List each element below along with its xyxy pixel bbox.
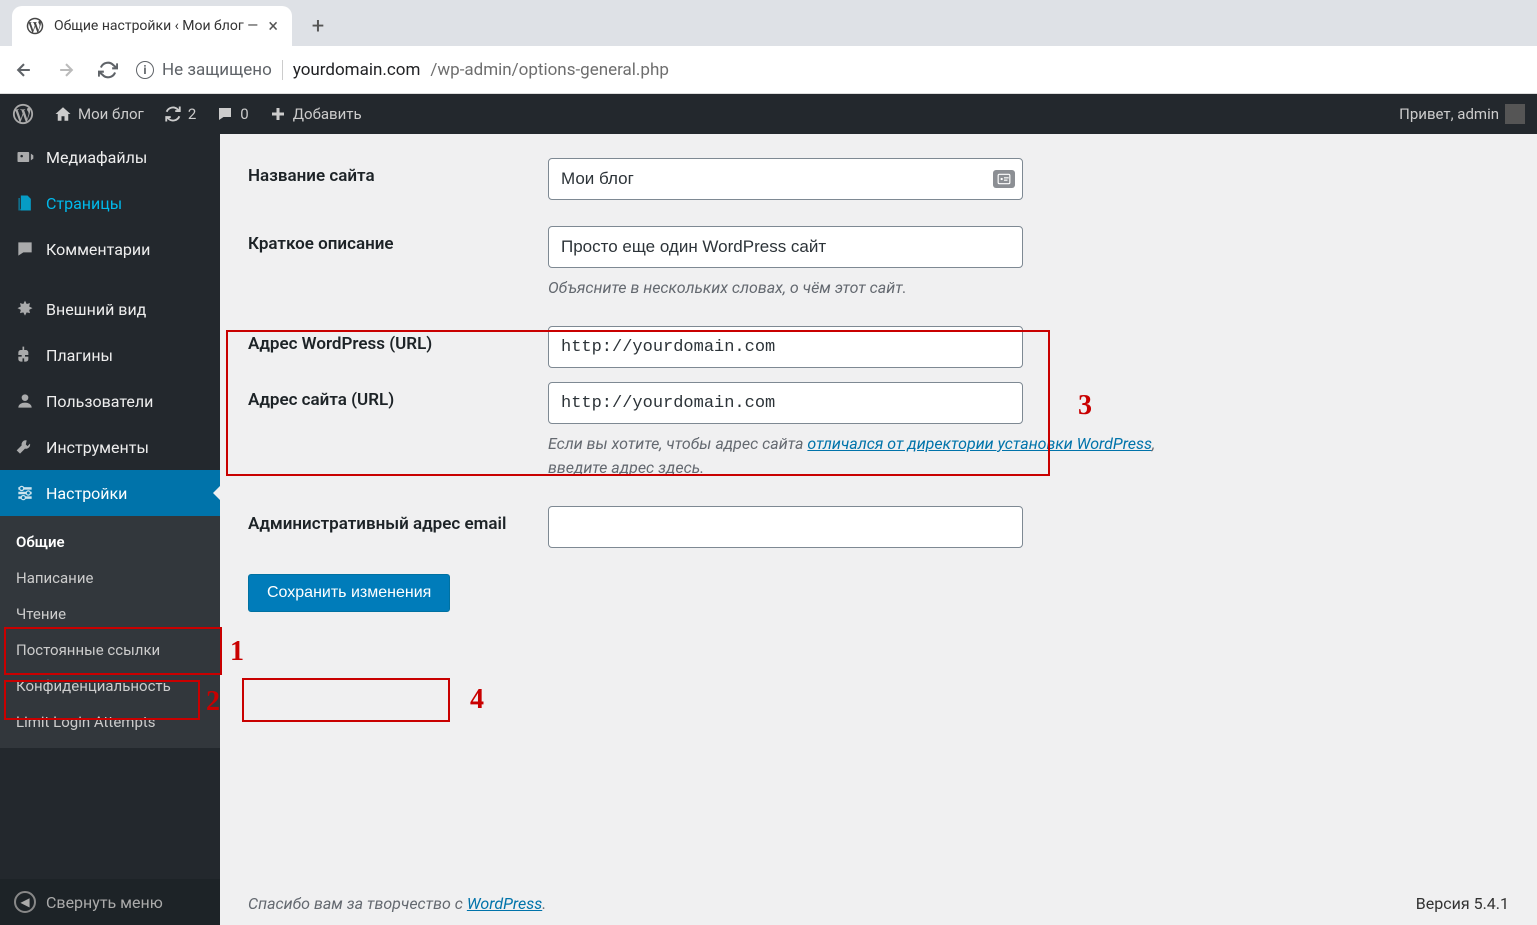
wp-url-input[interactable]: [548, 326, 1023, 368]
updates-count: 2: [188, 105, 196, 123]
sidebar-item-label: Медиафайлы: [46, 148, 147, 167]
settings-submenu: Общие Написание Чтение Постоянные ссылки…: [0, 516, 220, 748]
sidebar-item-label: Инструменты: [46, 438, 149, 457]
comments-count: 0: [240, 105, 248, 123]
sidebar-item-label: Пользователи: [46, 392, 153, 411]
address-bar: i Не защищено yourdomain.com/wp-admin/op…: [0, 46, 1537, 94]
new-tab-button[interactable]: +: [302, 10, 334, 42]
greeting-text: Привет, admin: [1399, 105, 1499, 123]
annotation-2-abs: 2: [206, 686, 220, 718]
sidebar-item-label: Страницы: [46, 194, 122, 213]
version-text: Версия 5.4.1: [1416, 894, 1509, 913]
new-content-menu[interactable]: Добавить: [269, 105, 362, 123]
new-content-label: Добавить: [293, 105, 362, 123]
sidebar-item-settings[interactable]: Настройки: [0, 470, 220, 516]
wp-logo-menu[interactable]: [12, 103, 34, 125]
annotation-box-4: [242, 678, 450, 722]
sidebar-item-plugins[interactable]: Плагины: [0, 332, 220, 378]
submenu-reading[interactable]: Чтение: [0, 596, 220, 632]
annotation-1-abs: 1: [230, 636, 244, 668]
sidebar-item-users[interactable]: Пользователи: [0, 378, 220, 424]
avatar: [1505, 104, 1525, 124]
forward-button[interactable]: [52, 56, 80, 84]
sidebar-item-comments[interactable]: Комментарии: [0, 226, 220, 272]
submenu-general[interactable]: Общие: [0, 524, 220, 560]
submenu-permalinks[interactable]: Постоянные ссылки: [0, 632, 220, 668]
tab-bar: Общие настройки ‹ Мои блог — × +: [0, 0, 1537, 46]
reload-button[interactable]: [94, 56, 122, 84]
url-host: yourdomain.com: [293, 60, 421, 80]
tagline-input[interactable]: [548, 226, 1023, 268]
browser-chrome: Общие настройки ‹ Мои блог — × + i Не за…: [0, 0, 1537, 94]
tab-title: Общие настройки ‹ Мои блог —: [54, 18, 258, 34]
admin-email-input[interactable]: [548, 506, 1023, 548]
site-name-label: Мои блог: [78, 105, 144, 123]
settings-icon: [14, 482, 36, 504]
collapse-menu[interactable]: ◀ Свернуть меню: [0, 879, 220, 925]
wordpress-favicon: [26, 17, 44, 35]
collapse-label: Свернуть меню: [46, 893, 163, 912]
back-button[interactable]: [10, 56, 38, 84]
content-area: Название сайта Краткое описание Объяснит…: [220, 134, 1537, 925]
sidebar-item-label: Плагины: [46, 346, 113, 365]
annotation-3: 3: [1078, 390, 1092, 422]
sidebar-item-appearance[interactable]: Внешний вид: [0, 286, 220, 332]
annotation-4: 4: [470, 684, 484, 716]
url-field[interactable]: i Не защищено yourdomain.com/wp-admin/op…: [136, 60, 1527, 80]
site-url-help-link[interactable]: отличался от директории установки WordPr…: [807, 434, 1152, 453]
refresh-icon: [164, 105, 182, 123]
sidebar-item-label: Внешний вид: [46, 300, 146, 319]
pages-icon: [14, 192, 36, 214]
site-url-input[interactable]: [548, 382, 1023, 424]
appearance-icon: [14, 298, 36, 320]
comment-icon: [216, 105, 234, 123]
plus-icon: [269, 105, 287, 123]
site-title-label: Название сайта: [248, 158, 548, 186]
submenu-lla[interactable]: Limit Login Attempts: [0, 704, 220, 740]
wp-url-label: Адрес WordPress (URL): [248, 326, 548, 354]
comments-menu[interactable]: 0: [216, 105, 248, 123]
tagline-description: Объясните в нескольких словах, о чём это…: [548, 276, 1168, 300]
browser-tab[interactable]: Общие настройки ‹ Мои блог — ×: [12, 6, 292, 46]
site-info[interactable]: i Не защищено: [136, 60, 283, 80]
sidebar-item-media[interactable]: Медиафайлы: [0, 134, 220, 180]
site-name-menu[interactable]: Мои блог: [54, 105, 144, 123]
comments-icon: [14, 238, 36, 260]
submenu-privacy[interactable]: Конфиденциальность: [0, 668, 220, 704]
media-icon: [14, 146, 36, 168]
wp-admin-bar: Мои блог 2 0 Добавить Привет, admin: [0, 94, 1537, 134]
updates-menu[interactable]: 2: [164, 105, 196, 123]
collapse-icon: ◀: [14, 891, 36, 913]
home-icon: [54, 105, 72, 123]
autofill-icon[interactable]: [993, 170, 1015, 188]
sidebar-item-label: Комментарии: [46, 240, 150, 259]
admin-email-label: Административный адрес email: [248, 506, 548, 534]
insecure-label: Не защищено: [162, 60, 272, 80]
sidebar-item-label: Настройки: [46, 484, 127, 503]
wp-footer: Спасибо вам за творчество с WordPress. В…: [248, 894, 1509, 913]
tagline-label: Краткое описание: [248, 226, 548, 254]
site-url-description: Если вы хотите, чтобы адрес сайта отлича…: [548, 432, 1168, 480]
url-path: /wp-admin/options-general.php: [430, 60, 669, 80]
sidebar-item-tools[interactable]: Инструменты: [0, 424, 220, 470]
wordpress-link[interactable]: WordPress: [467, 894, 542, 913]
sidebar-item-pages[interactable]: Страницы: [0, 180, 220, 226]
account-menu[interactable]: Привет, admin: [1399, 104, 1525, 124]
tools-icon: [14, 436, 36, 458]
info-icon: i: [136, 61, 154, 79]
users-icon: [14, 390, 36, 412]
site-title-input[interactable]: [548, 158, 1023, 200]
save-button[interactable]: Сохранить изменения: [248, 574, 450, 612]
plugins-icon: [14, 344, 36, 366]
admin-sidebar: Медиафайлы Страницы Комментарии Внешний …: [0, 134, 220, 925]
site-url-label: Адрес сайта (URL): [248, 382, 548, 410]
close-tab-icon[interactable]: ×: [268, 16, 278, 37]
submenu-writing[interactable]: Написание: [0, 560, 220, 596]
